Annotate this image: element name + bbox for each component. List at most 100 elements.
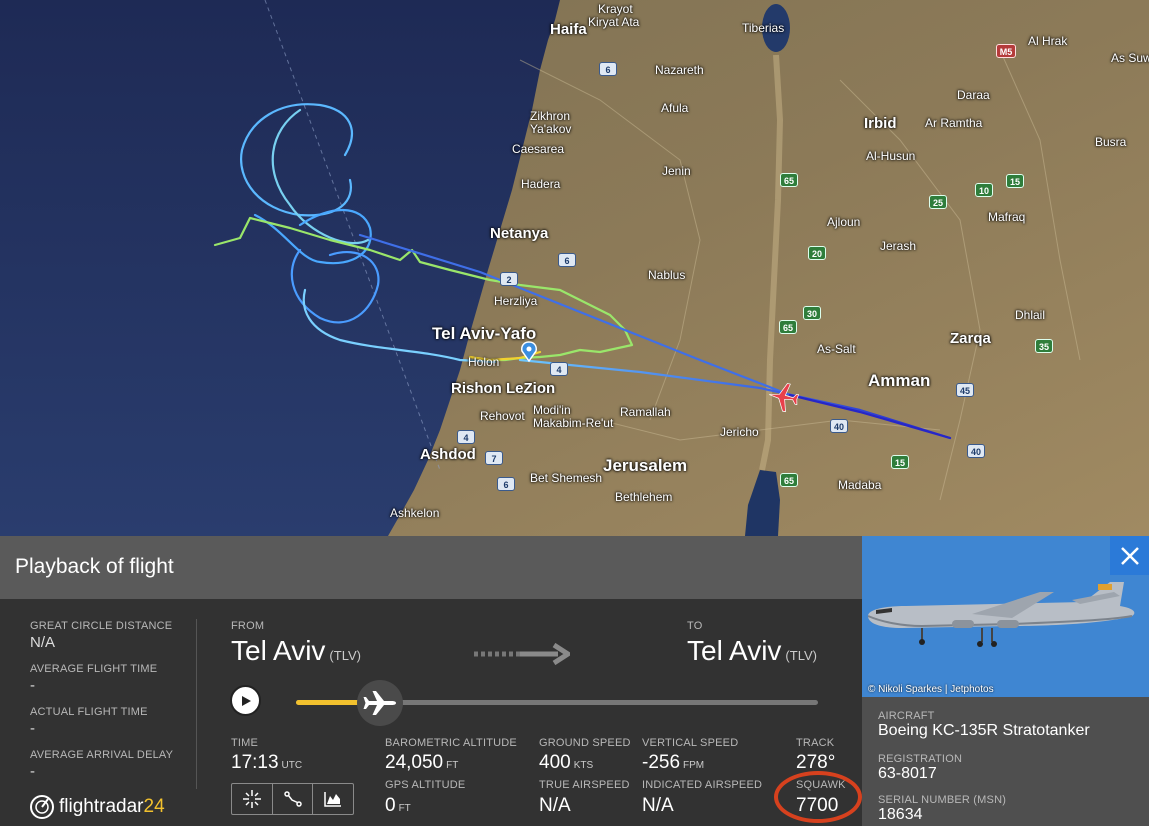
city-label: Holon: [468, 355, 500, 369]
logo-word: flightradar: [59, 796, 144, 817]
app-root: Krayot Kiryat Ata Haifa Tiberias Nazaret…: [0, 0, 1149, 826]
city-label: Rishon LeZion: [451, 380, 556, 397]
city-label: Herzliya: [494, 294, 538, 308]
to-label: TO: [687, 620, 703, 632]
road-shield: 15: [891, 455, 909, 469]
city-label: Bet Shemesh: [530, 471, 603, 485]
city-label: Busra: [1095, 135, 1127, 149]
baro-alt-unit: FT: [446, 760, 459, 771]
gps-alt-label: GPS ALTITUDE: [385, 779, 466, 791]
panel-title: Playback of flight: [15, 555, 174, 578]
city-label: Netanya: [490, 225, 549, 242]
city-label: Tiberias: [742, 21, 785, 35]
city-label: Mafraq: [988, 210, 1026, 224]
playback-panel: GREAT CIRCLE DISTANCE N/A AVERAGE FLIGHT…: [0, 599, 862, 826]
city-label: Jerusalem: [603, 456, 688, 475]
city-label: Amman: [868, 371, 931, 390]
aircraft-info: AIRCRAFT Boeing KC-135R Stratotanker REG…: [862, 697, 1149, 826]
registration-label: REGISTRATION: [878, 753, 963, 765]
stat-label-average-flight-time: AVERAGE FLIGHT TIME: [30, 663, 158, 675]
origin-city-name: Tel Aviv: [231, 635, 326, 666]
airplane-icon: [363, 691, 396, 715]
gps-alt-unit: FT: [398, 803, 411, 814]
play-button[interactable]: [230, 685, 261, 716]
city-label: Krayot: [598, 2, 633, 16]
serial-label: SERIAL NUMBER (MSN): [878, 794, 1007, 806]
city-label: Caesarea: [512, 142, 565, 156]
road-shield: 20: [808, 246, 826, 260]
city-label: Zarqa: [950, 330, 991, 347]
logo-number: 24: [143, 796, 165, 817]
road-shield: M5: [996, 44, 1016, 58]
city-label: Jenin: [662, 164, 691, 178]
city-label: Hadera: [521, 177, 561, 191]
city-label: Al-Husun: [866, 149, 916, 163]
city-label: Rehovot: [480, 409, 525, 423]
aircraft-photo[interactable]: [862, 536, 1149, 697]
road-shield: 45: [956, 383, 974, 397]
flight-map[interactable]: Krayot Kiryat Ata Haifa Tiberias Nazaret…: [0, 0, 1149, 536]
playback-slider-handle[interactable]: [356, 680, 403, 726]
road-shield: 4: [457, 430, 475, 444]
map-tools: [231, 783, 354, 815]
ground-speed-value: 400 KTS: [539, 752, 593, 774]
route-arrow-icon: [474, 643, 570, 665]
city-label: Zikhron Ya'akov: [530, 109, 572, 136]
city-label: Tel Aviv-Yafo: [432, 324, 537, 343]
crosshair-icon: [242, 790, 261, 808]
city-label: Madaba: [838, 478, 882, 492]
origin-city: Tel Aviv (TLV): [231, 635, 361, 667]
origin-code: (TLV): [329, 648, 361, 663]
road-shield: 10: [975, 183, 993, 197]
baro-alt-label: BAROMETRIC ALTITUDE: [385, 737, 517, 749]
city-label: Haifa: [550, 21, 587, 38]
indicated-airspeed-value: N/A: [642, 795, 674, 816]
squawk-highlight-annotation: [774, 771, 862, 823]
city-label: Modi'in Makabim-Re'ut: [533, 403, 614, 430]
chart-icon: [324, 792, 342, 807]
from-label: FROM: [231, 620, 265, 632]
city-label: Kiryat Ata: [588, 15, 640, 29]
city-label: As-Salt: [817, 342, 856, 356]
road-shield: 15: [1006, 174, 1024, 188]
stat-label-actual-flight-time: ACTUAL FLIGHT TIME: [30, 706, 148, 718]
destination-code: (TLV): [785, 648, 817, 663]
photo-credit[interactable]: © Nikoli Sparkes | Jetphotos: [868, 684, 994, 695]
gps-alt-number: 0: [385, 795, 396, 816]
track-label: TRACK: [796, 737, 835, 749]
vertical-speed-label: VERTICAL SPEED: [642, 737, 739, 749]
center-aircraft-button[interactable]: [232, 784, 273, 814]
road-shield: 7: [485, 451, 503, 465]
flightradar24-logo[interactable]: flightradar24: [30, 795, 165, 819]
road-shield: 4: [550, 362, 568, 376]
city-label: Ashdod: [420, 446, 476, 463]
route-button[interactable]: [273, 784, 314, 814]
road-shield: 6: [558, 253, 576, 267]
true-airspeed-label: TRUE AIRSPEED: [539, 779, 630, 791]
vertical-speed-unit: FPM: [683, 760, 705, 771]
gps-alt-value: 0 FT: [385, 795, 411, 817]
city-label: Ajloun: [827, 215, 861, 229]
city-label: Dhlail: [1015, 308, 1046, 322]
stat-value-average-flight-time: -: [30, 677, 35, 694]
baro-alt-number: 24,050: [385, 752, 444, 773]
city-label: Irbid: [864, 115, 897, 132]
close-button[interactable]: [1110, 536, 1149, 575]
registration-value: 63-8017: [878, 765, 937, 782]
road-shield: 40: [967, 444, 985, 458]
serial-value: 18634: [878, 806, 923, 823]
vertical-speed-number: -256: [642, 752, 681, 773]
city-label: As Suw: [1111, 51, 1149, 65]
destination-city: Tel Aviv (TLV): [687, 635, 817, 667]
time-unit: UTC: [281, 760, 303, 771]
time-number: 17:13: [231, 752, 279, 773]
aircraft-photo-image: [862, 536, 1149, 697]
city-label: Daraa: [957, 88, 990, 102]
road-shield: 6: [599, 62, 617, 76]
city-label: Ar Ramtha: [925, 116, 983, 130]
city-label: Jerash: [880, 239, 917, 253]
divider: [196, 619, 197, 789]
graph-button[interactable]: [313, 784, 353, 814]
time-value: 17:13 UTC: [231, 752, 302, 774]
logo-text: flightradar24: [59, 796, 165, 818]
